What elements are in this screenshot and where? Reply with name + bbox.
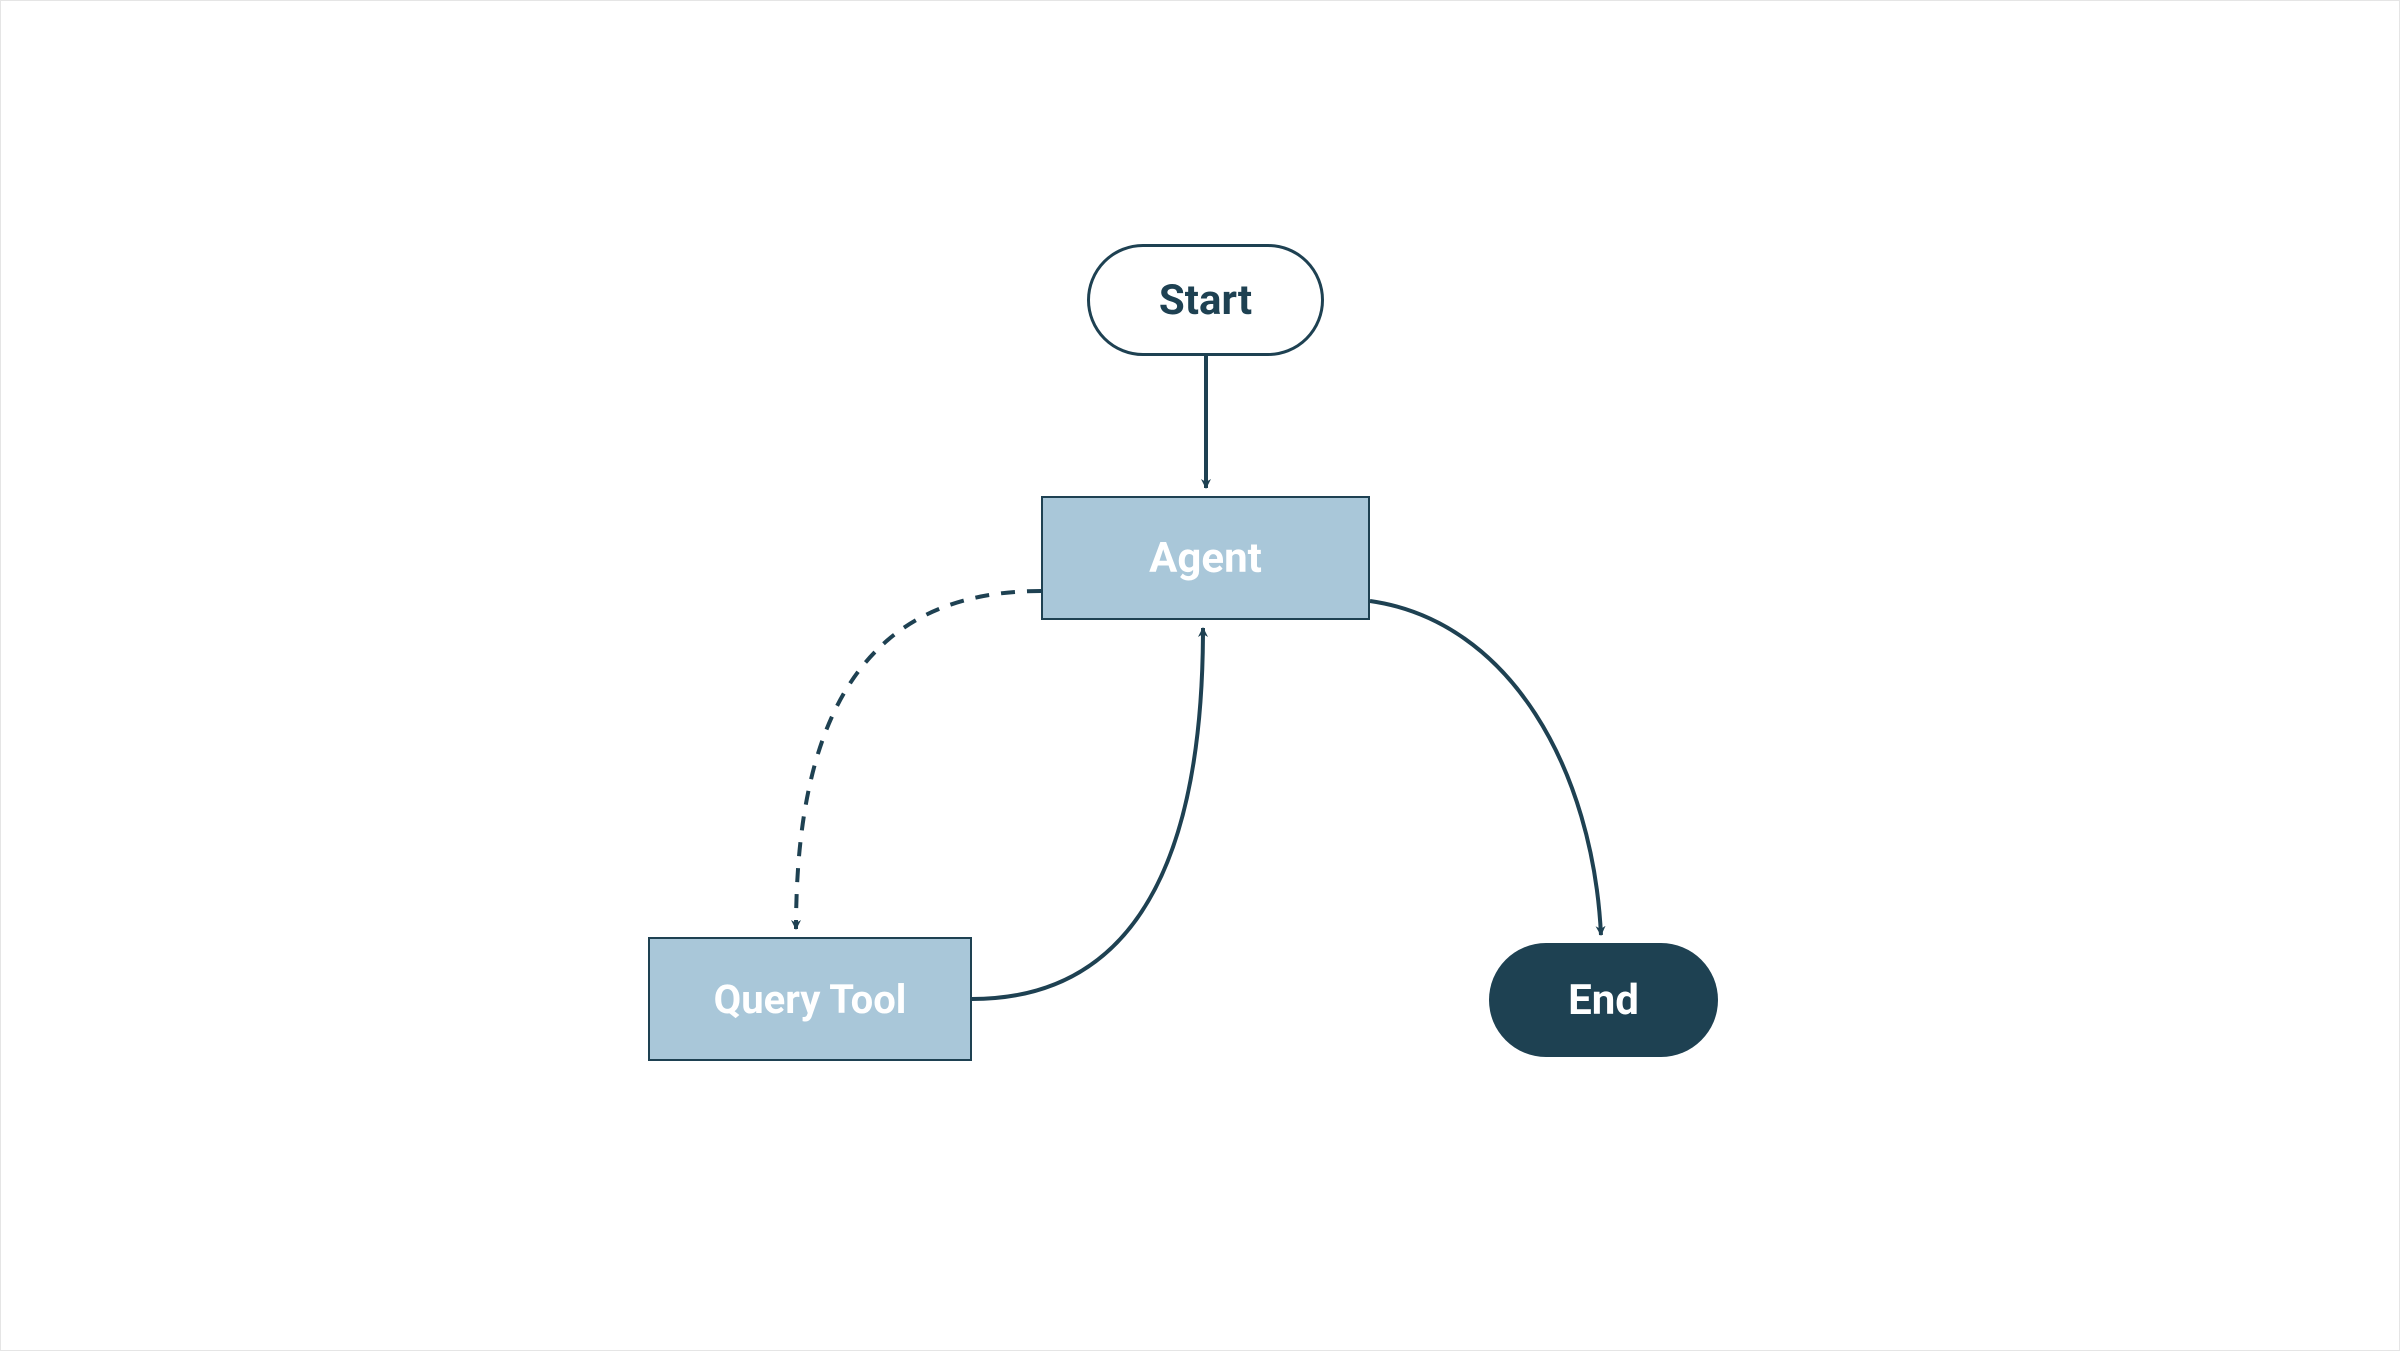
query-tool-node-label: Query Tool (714, 976, 907, 1023)
edge-agent-to-query-tool (796, 591, 1041, 929)
start-node: Start (1087, 244, 1324, 356)
flow-diagram: Start Agent Query Tool End (1, 1, 2399, 1350)
agent-node: Agent (1041, 496, 1370, 620)
edge-query-tool-to-agent (972, 628, 1203, 999)
start-node-label: Start (1159, 276, 1252, 325)
agent-node-label: Agent (1149, 534, 1262, 583)
edge-agent-to-end (1370, 601, 1601, 935)
query-tool-node: Query Tool (648, 937, 972, 1061)
edges-layer (1, 1, 2400, 1352)
end-node-label: End (1568, 976, 1639, 1025)
end-node: End (1489, 943, 1718, 1057)
